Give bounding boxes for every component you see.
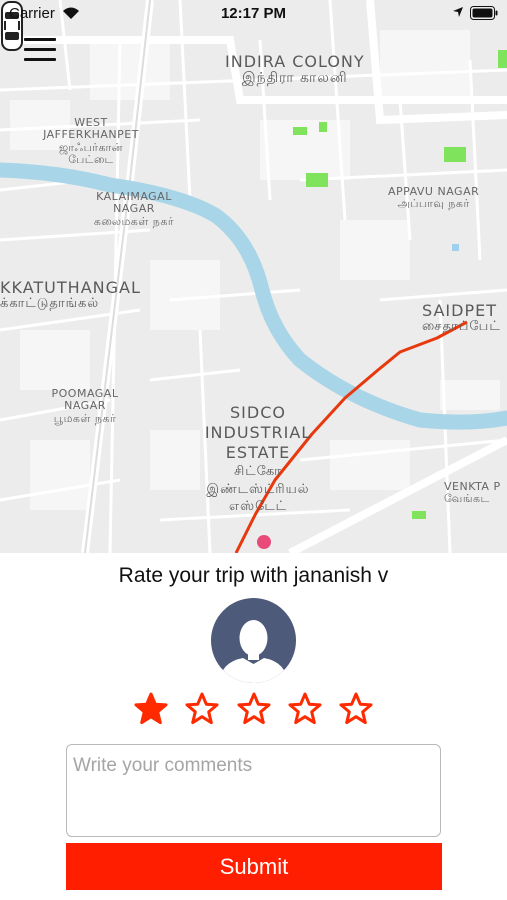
hamburger-line (24, 38, 56, 41)
map-label-indira-colony: INDIRA COLONY இந்திரா காலனி (225, 52, 365, 86)
star-rating[interactable] (0, 691, 507, 731)
submit-button[interactable]: Submit (66, 843, 442, 890)
map-label-venkta: VENKTA P வேங்கட (444, 480, 501, 506)
status-time: 12:17 PM (220, 5, 287, 22)
star-5-icon[interactable] (338, 691, 374, 727)
map-view[interactable]: INDIRA COLONY இந்திரா காலனி WEST JAFFERK… (0, 0, 507, 553)
star-2-icon[interactable] (184, 691, 220, 727)
star-1-icon[interactable] (133, 691, 169, 727)
rating-panel: Rate your trip with jananish v Submit (0, 553, 507, 900)
map-label-poomagal-nagar: POOMAGAL NAGAR பூமகள் நகர் (51, 387, 119, 425)
star-4-icon[interactable] (287, 691, 323, 727)
map-label-saidapet: SAIDPET சைதாப்பேட் (422, 301, 501, 334)
location-arrow-icon (453, 7, 463, 17)
battery-icon (470, 6, 498, 20)
map-label-appavu-nagar: APPAVU NAGAR அப்பாவு நகர் (388, 185, 480, 211)
comments-field[interactable] (66, 744, 441, 837)
rate-trip-title: Rate your trip with jananish v (118, 564, 389, 587)
star-3-icon[interactable] (236, 691, 272, 727)
map-label-sidco: SIDCO INDUSTRIAL ESTATE சிட்கோ இண்டஸ்ட்ர… (204, 403, 312, 515)
menu-button[interactable] (24, 38, 56, 64)
map-label-west-jafferkhanpet: WEST JAFFERKHANPET ஜாஃபர்கான் பேட்டை (43, 116, 139, 166)
hamburger-line (24, 58, 56, 61)
status-bar: Carrier 12:17 PM (0, 0, 507, 28)
driver-avatar (211, 598, 296, 683)
map-label-kkatuthangal: KKATUTHANGAL க்காட்டுதாங்கல் (0, 278, 141, 311)
map-label-kalaimagal-nagar: KALAIMAGAL NAGAR கலைமகள் நகர் (93, 190, 175, 228)
pickup-pin-icon (257, 535, 271, 549)
hamburger-line (24, 48, 56, 51)
person-icon (219, 620, 288, 683)
